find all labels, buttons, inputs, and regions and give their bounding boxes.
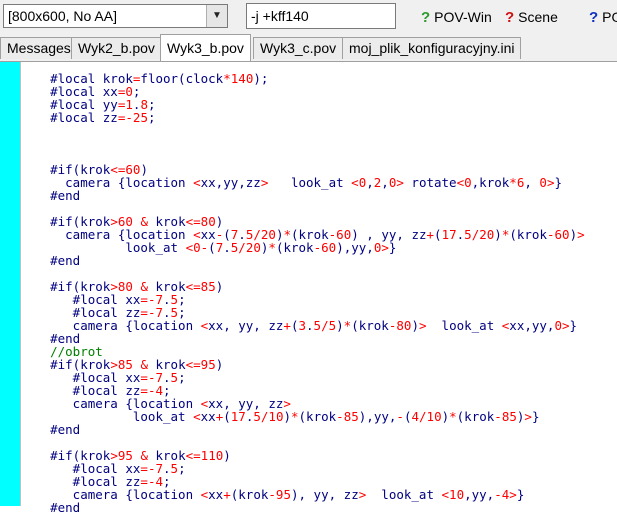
code-line[interactable]: camera {location <xx+(krok-95), yy, zz> … xyxy=(20,488,585,501)
tab-wyk3-b[interactable]: Wyk3_b.pov xyxy=(160,34,251,61)
code-line[interactable]: camera {location <xx,yy,zz> look_at <0,2… xyxy=(20,176,585,189)
tab-wyk2-b[interactable]: Wyk2_b.pov xyxy=(71,37,162,59)
code-editor[interactable]: #local krok=floor(clock*140); #local xx=… xyxy=(20,72,585,514)
code-line[interactable]: look_at <0-(7.5/20)*(krok-60),yy,0>} xyxy=(20,241,585,254)
code-line[interactable]: #end xyxy=(20,423,585,436)
pov-button[interactable]: ? PO xyxy=(589,6,617,28)
help-icon: ? xyxy=(589,9,599,26)
tab-config-ini[interactable]: moj_plik_konfiguracyjny.ini xyxy=(342,37,522,59)
tab-messages[interactable]: Messages xyxy=(0,37,78,59)
code-line[interactable]: #end xyxy=(20,254,585,267)
editor-gutter[interactable] xyxy=(0,62,20,506)
scene-button[interactable]: ? Scene xyxy=(505,6,558,28)
code-line[interactable] xyxy=(20,124,585,137)
code-line[interactable]: #end xyxy=(20,332,585,345)
toolbar: [800x600, No AA] ▼ ?POV-Win ?Scene ?PO xyxy=(0,0,617,35)
code-line[interactable] xyxy=(20,137,585,150)
editor-tab-bar: Messages Wyk2_b.pov Wyk3_b.pov Wyk3_c.po… xyxy=(0,34,617,62)
resolution-select[interactable]: [800x600, No AA] ▼ xyxy=(3,4,228,28)
code-line[interactable]: #local zz=-25; xyxy=(20,111,585,124)
code-line[interactable]: look_at <xx+(17.5/10)*(krok-85),yy,-(4/1… xyxy=(20,410,585,423)
command-line-input[interactable] xyxy=(246,3,396,29)
help-icon: ? xyxy=(421,9,431,26)
chevron-down-icon[interactable]: ▼ xyxy=(206,5,227,27)
povwin-button[interactable]: ? POV-Win xyxy=(421,6,492,28)
tab-wyk3-c[interactable]: Wyk3_c.pov xyxy=(253,37,344,59)
code-line[interactable]: camera {location <xx, yy, zz+(3.5/5)*(kr… xyxy=(20,319,585,332)
resolution-value: [800x600, No AA] xyxy=(8,8,117,24)
code-line[interactable]: #end xyxy=(20,189,585,202)
code-line[interactable]: #end xyxy=(20,501,585,514)
help-icon: ? xyxy=(505,9,515,26)
